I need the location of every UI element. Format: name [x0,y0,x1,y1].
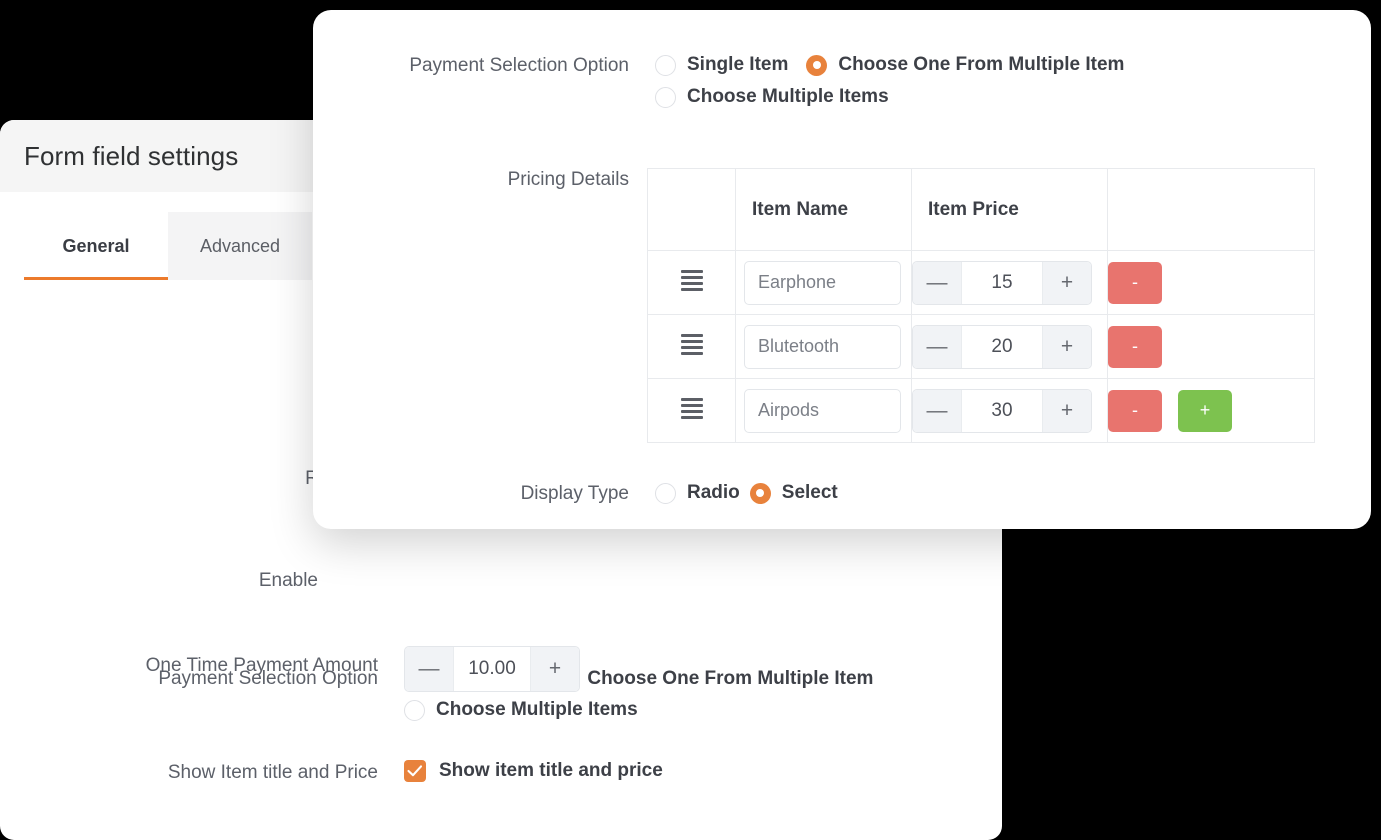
one-time-payment-amount-stepper[interactable]: — 10.00 + [404,646,580,692]
modal-payment-selection-option-group: Single Item Choose One From Multiple Ite… [655,54,1355,108]
pricing-details-label: Pricing Details [507,169,629,190]
item-price-decrement-button[interactable]: — [913,261,961,304]
one-time-amount-value[interactable]: 10.00 [453,647,531,691]
show-item-title-checkbox-label: Show item title and price [439,760,663,781]
modal-radio-single-item[interactable]: Single Item [655,54,788,76]
one-time-amount-increment-button[interactable]: + [531,647,579,691]
item-price-stepper[interactable]: — 15 + [912,260,1092,305]
item-price-decrement-button[interactable]: — [913,389,961,432]
item-name-input[interactable] [744,260,901,305]
add-row-button[interactable]: + [1178,389,1232,432]
show-item-title-and-price-row: Show Item title and Price Show item titl… [0,760,1002,785]
display-type-row: Display Type Radio Select [313,482,1371,506]
row-actions-cell: - [1107,250,1315,315]
item-price-value[interactable]: 20 [961,325,1043,368]
tab-advanced[interactable]: Advanced [168,212,312,280]
table-row: — 20 + - [647,314,1315,379]
row-item-name-cell [735,314,912,379]
row-drag-handle-cell[interactable] [647,378,736,443]
modal-radio-choose-multiple-items[interactable]: Choose Multiple Items [655,86,1337,108]
row-actions-cell: - + [1107,378,1315,443]
row-item-price-cell: — 20 + [911,314,1108,379]
radio-display-type-radio-icon [655,482,676,504]
pricing-details-table: Item Name Item Price Earphone — 15 + - B… [647,168,1315,443]
modal-payment-selection-option-row: Payment Selection Option Single Item Cho… [313,54,1371,108]
radio-choose-multiple-items-icon [404,699,425,721]
drag-handle-icon[interactable] [680,397,703,419]
column-header-item-price: Item Price [911,168,1108,251]
table-row: — 30 + - + [647,378,1315,443]
checkmark-icon [404,760,426,782]
modal-radio-choose-one-from-multiple-icon [806,54,828,76]
pricing-table-header-row: Item Name Item Price [647,168,1315,251]
tab-general-label: General [62,235,130,256]
display-type-label: Display Type [520,483,629,504]
row-item-price-cell: — 15 + [911,250,1108,315]
item-name-input[interactable] [744,388,901,433]
display-type-group: Radio Select [655,482,856,504]
modal-payment-selection-option-label: Payment Selection Option [409,55,629,76]
radio-choose-multiple-items[interactable]: Choose Multiple Items [404,699,926,721]
row-drag-handle-cell[interactable] [647,314,736,379]
row-actions-cell: - [1107,314,1315,379]
column-header-actions [1107,168,1315,251]
row-item-name-cell [735,378,912,443]
remove-row-button[interactable]: - [1108,325,1162,368]
column-header-handle [647,168,736,251]
modal-radio-single-item-icon [655,54,676,76]
tab-general[interactable]: General [24,212,168,280]
drag-handle-icon[interactable] [680,269,703,291]
item-price-value[interactable]: 30 [961,389,1043,432]
table-row: — 15 + - [647,250,1315,315]
modal-radio-choose-one-from-multiple[interactable]: Choose One From Multiple Item [806,54,1124,76]
radio-display-type-radio[interactable]: Radio [655,482,740,504]
show-item-title-checkbox-option[interactable]: Show item title and price [404,760,663,782]
item-price-increment-button[interactable]: + [1043,389,1091,432]
item-price-stepper[interactable]: — 20 + [912,324,1092,369]
row-item-price-cell: — 30 + [911,378,1108,443]
pricing-table-header: Item Name Item Price [647,168,1315,251]
required-field-label: Req [0,468,340,490]
item-price-increment-button[interactable]: + [1043,325,1091,368]
radio-display-type-radio-label: Radio [687,482,740,503]
modal-radio-single-item-label: Single Item [687,54,789,75]
radio-choose-multiple-items-label: Choose Multiple Items [436,699,638,720]
item-price-decrement-button[interactable]: — [913,325,961,368]
row-drag-handle-cell[interactable] [647,250,736,315]
pricing-details-row: Pricing Details Item Name Item Price Ear… [313,168,1371,443]
remove-row-button[interactable]: - [1108,261,1162,304]
modal-radio-choose-one-from-multiple-label: Choose One From Multiple Item [838,54,1125,75]
one-time-payment-amount-row: One Time Payment Amount — 10.00 + [0,646,1002,692]
tab-advanced-label: Advanced [199,235,281,256]
modal-radio-choose-multiple-items-icon [655,86,676,108]
pricing-modal: Payment Selection Option Single Item Cho… [313,10,1371,529]
column-header-item-name: Item Name [735,168,912,251]
item-price-increment-button[interactable]: + [1043,261,1091,304]
radio-display-type-select-icon [749,482,771,504]
row-item-name-cell [735,250,912,315]
show-item-title-and-price-label: Show Item title and Price [167,762,378,783]
one-time-payment-amount-label: One Time Payment Amount [145,655,378,676]
page-title: Form field settings [24,140,239,171]
item-price-value[interactable]: 15 [961,261,1043,304]
radio-display-type-select-label: Select [781,482,838,503]
item-price-stepper[interactable]: — 30 + [912,388,1092,433]
pricing-table-body: — 15 + - [647,250,1315,443]
item-name-input[interactable] [744,324,901,369]
remove-row-button[interactable]: - [1108,389,1162,432]
enable-field-label: Enable [258,570,318,591]
screen-root: Form field settings General Advanced Req… [0,0,1381,840]
radio-display-type-select[interactable]: Select [749,482,838,504]
modal-radio-choose-multiple-items-label: Choose Multiple Items [687,86,889,107]
drag-handle-icon[interactable] [680,333,703,355]
one-time-amount-decrement-button[interactable]: — [405,647,453,691]
